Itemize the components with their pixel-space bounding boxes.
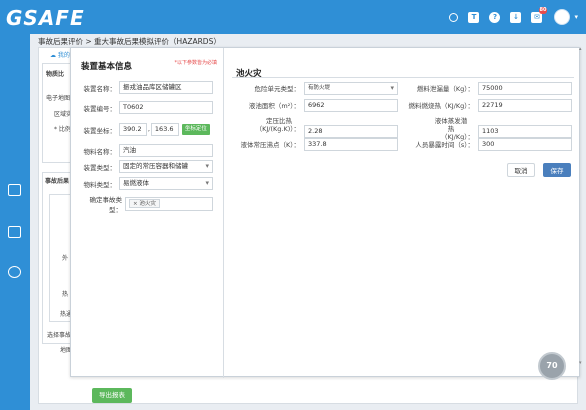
- left-sidebar: [0, 34, 30, 410]
- specific-heat-label-2: （KJ/(Kg.K)）：: [255, 125, 300, 133]
- avatar[interactable]: [554, 9, 571, 25]
- specific-heat-input[interactable]: 2.28: [304, 125, 398, 138]
- pool-area-label: 液池面积（m²）：: [248, 101, 300, 110]
- required-hint: *以下参数皆为必填: [174, 60, 217, 66]
- scroll-up-icon[interactable]: ▴: [579, 46, 582, 52]
- background-side-label2: 热: [62, 291, 69, 298]
- background-line3: * 比例: [54, 126, 71, 133]
- locate-button[interactable]: 坐标定位: [181, 124, 210, 135]
- background-line1: 电子地图: [46, 95, 71, 102]
- zoom-label: 70: [546, 361, 558, 370]
- boiling-point-input[interactable]: 337.8: [304, 138, 398, 151]
- boiling-point-label: 液体常压沸点（K）：: [240, 140, 300, 149]
- combustion-heat-label: 燃料燃烧热（KJ/Kg）：: [408, 101, 474, 110]
- breadcrumb: 事故后果评价 > 重大事故后果模拟评价（HAZARDS）: [38, 37, 221, 46]
- modal-dialog: 装置基本信息 *以下参数皆为必填 装置名称： 振戎油品库区储罐区 装置编号： T…: [70, 47, 580, 378]
- field-row-material-type: 物料类型： 易燃液体: [81, 177, 213, 190]
- top-icons: T ? ↓ ✉ 80 ▾: [439, 6, 578, 25]
- exposure-time-input[interactable]: 300: [478, 138, 572, 151]
- search-icon[interactable]: [449, 12, 459, 22]
- pie-chart-icon[interactable]: [8, 266, 21, 278]
- background-side-label1: 外: [62, 255, 69, 262]
- field-label: 装置坐标：: [83, 126, 117, 135]
- download-icon[interactable]: ↓: [510, 11, 522, 23]
- save-button[interactable]: 保存: [543, 163, 571, 177]
- mail-icon[interactable]: ✉ 80: [531, 6, 548, 23]
- equipment-name-input[interactable]: 振戎油品库区储罐区: [119, 81, 213, 94]
- equipment-code-input[interactable]: T0602: [119, 101, 213, 114]
- cancel-button[interactable]: 取消: [507, 163, 535, 177]
- row-boiling: 液体常压沸点（K）： 337.8 人员暴露时间（s）： 300: [236, 138, 572, 151]
- field-row-type: 装置类型： 固定的常压容器和储罐: [81, 160, 213, 173]
- fuel-mass-input[interactable]: 75000: [478, 82, 572, 95]
- top-bar: GSAFE T ? ↓ ✉ 80 ▾: [0, 0, 586, 34]
- coord-x-input[interactable]: 390.2: [119, 123, 147, 136]
- field-label: 装置编号：: [83, 104, 117, 113]
- field-row-name: 装置名称： 振戎油品库区储罐区: [81, 81, 213, 94]
- equipment-type-select[interactable]: 固定的常压容器和储罐: [119, 160, 213, 173]
- background-section1-label: 物质比: [46, 71, 65, 78]
- coord-separator: ,: [148, 126, 150, 133]
- scrollbar[interactable]: ▴ ▾: [579, 46, 583, 366]
- chevron-down-icon[interactable]: ▾: [574, 13, 578, 21]
- equipment-info-panel: 装置基本信息 *以下参数皆为必填 装置名称： 振戎油品库区储罐区 装置编号： T…: [81, 56, 217, 372]
- specific-heat-label-1: 定压比热: [266, 117, 292, 125]
- accident-type-tag-label: 池火灾: [139, 201, 156, 207]
- fuel-mass-label: 燃料泄漏量（Kg）：: [416, 84, 474, 93]
- background-bottom-label: 选择事故: [47, 332, 72, 339]
- field-row-accident: 确定事故类型： × 池火灾: [81, 194, 213, 214]
- modal-divider: [223, 48, 224, 378]
- field-label: 确定事故类型：: [89, 196, 123, 214]
- field-row-coords: 装置坐标： 390.2 , 163.6 坐标定位: [81, 123, 210, 136]
- exposure-time-label: 人员暴露时间（s）：: [415, 140, 474, 149]
- zoom-indicator[interactable]: 70: [538, 352, 566, 380]
- vaporization-input[interactable]: 1103: [478, 125, 572, 138]
- grid-icon[interactable]: [8, 226, 21, 238]
- equipment-info-title: 装置基本信息: [81, 62, 133, 72]
- material-type-select[interactable]: 易燃液体: [119, 177, 213, 190]
- vaporization-label-1: 液体蒸发潜热: [434, 117, 468, 133]
- specific-heat-label-group: 定压比热 （KJ/(Kg.K)）：: [236, 117, 304, 133]
- cloud-icon: ☁: [50, 52, 56, 59]
- field-row-material: 物料名称： 汽油: [81, 144, 213, 157]
- background-section2-label: 事故后果: [45, 178, 70, 185]
- coord-y-input[interactable]: 163.6: [150, 123, 179, 136]
- export-report-button[interactable]: 导出报表: [92, 388, 132, 403]
- background-tab-label: 我的: [57, 52, 70, 59]
- pool-area-input[interactable]: 6962: [304, 99, 398, 112]
- danger-type-label: 危险单元类型：: [254, 84, 301, 93]
- material-name-input[interactable]: 汽油: [119, 144, 213, 157]
- field-label: 装置名称：: [83, 84, 117, 93]
- background-tab[interactable]: ☁ 我的: [50, 50, 70, 59]
- field-label: 物料名称：: [83, 147, 117, 156]
- package-icon[interactable]: [8, 184, 21, 196]
- mail-badge: 80: [538, 6, 548, 14]
- row-danger-type: 危险单元类型： 有防火堤 燃料泄漏量（Kg）： 75000: [236, 82, 572, 95]
- combustion-heat-input[interactable]: 22719: [478, 99, 572, 112]
- shirt-icon[interactable]: T: [468, 11, 480, 23]
- accident-type-tag[interactable]: × 池火灾: [129, 199, 160, 208]
- field-label: 装置类型：: [83, 163, 117, 172]
- app-logo[interactable]: GSAFE: [6, 6, 85, 30]
- field-row-code: 装置编号： T0602: [81, 101, 213, 114]
- danger-type-select[interactable]: 有防火堤: [304, 82, 398, 95]
- row-pool-area: 液池面积（m²）： 6962 燃料燃烧热（KJ/Kg）： 22719: [236, 99, 572, 112]
- help-icon[interactable]: ?: [489, 11, 501, 23]
- field-label: 物料类型：: [83, 180, 117, 189]
- title-underline: [232, 77, 574, 78]
- scroll-down-icon[interactable]: ▾: [579, 360, 582, 366]
- accident-type-select[interactable]: × 池火灾: [125, 197, 213, 211]
